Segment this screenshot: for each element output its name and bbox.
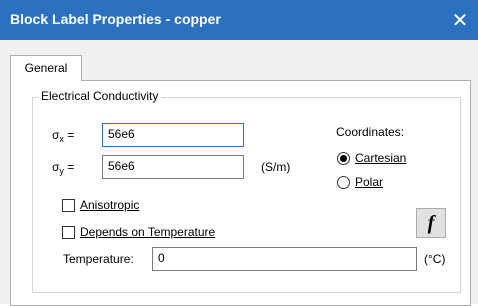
anisotropic-label[interactable]: Anisotropic [80,198,139,212]
conductivity-units: (S/m) [261,160,291,174]
sigma-x-equals: = [67,128,75,142]
anisotropic-label-text: Anisotropic [80,198,140,212]
sigma-y-equals: = [67,160,75,174]
cartesian-label[interactable]: Cartesian [355,151,406,165]
tab-panel-general: Electrical Conductivity σx = 56e6 σy = 5… [10,80,471,306]
depends-on-temperature-checkbox[interactable] [62,226,75,239]
cartesian-label-text: Cartesian [355,151,407,165]
polar-label[interactable]: Polar [355,175,383,189]
coordinates-label: Coordinates: [336,125,405,139]
close-icon[interactable]: ✕ [442,0,478,40]
depends-on-temperature-label-text: Depends on Temperature [80,225,216,239]
dialog-client-area: General Electrical Conductivity σx = 56e… [0,40,478,306]
sigma-y-subscript: y [59,166,64,176]
sigma-y-input[interactable]: 56e6 [102,155,244,179]
cartesian-radio[interactable] [337,152,350,165]
sigma-y-label: σy = [52,160,75,176]
polar-label-text: Polar [355,175,384,189]
window-title: Block Label Properties - copper [10,11,221,27]
group-label: Electrical Conductivity [38,89,162,103]
temperature-label: Temperature: [63,252,134,266]
function-button[interactable]: f [416,208,446,238]
temperature-input[interactable]: 0 [152,247,417,271]
radio-selected-dot [340,155,347,162]
polar-radio[interactable] [337,176,350,189]
sigma-x-input[interactable]: 56e6 [102,123,244,147]
temperature-unit: (°C) [424,252,446,266]
title-bar[interactable]: Block Label Properties - copper ✕ [0,0,478,40]
sigma-x-label: σx = [52,128,75,144]
depends-on-temperature-label[interactable]: Depends on Temperature [80,225,215,239]
tab-general[interactable]: General [10,55,82,81]
anisotropic-checkbox[interactable] [62,199,75,212]
sigma-x-subscript: x [59,134,64,144]
